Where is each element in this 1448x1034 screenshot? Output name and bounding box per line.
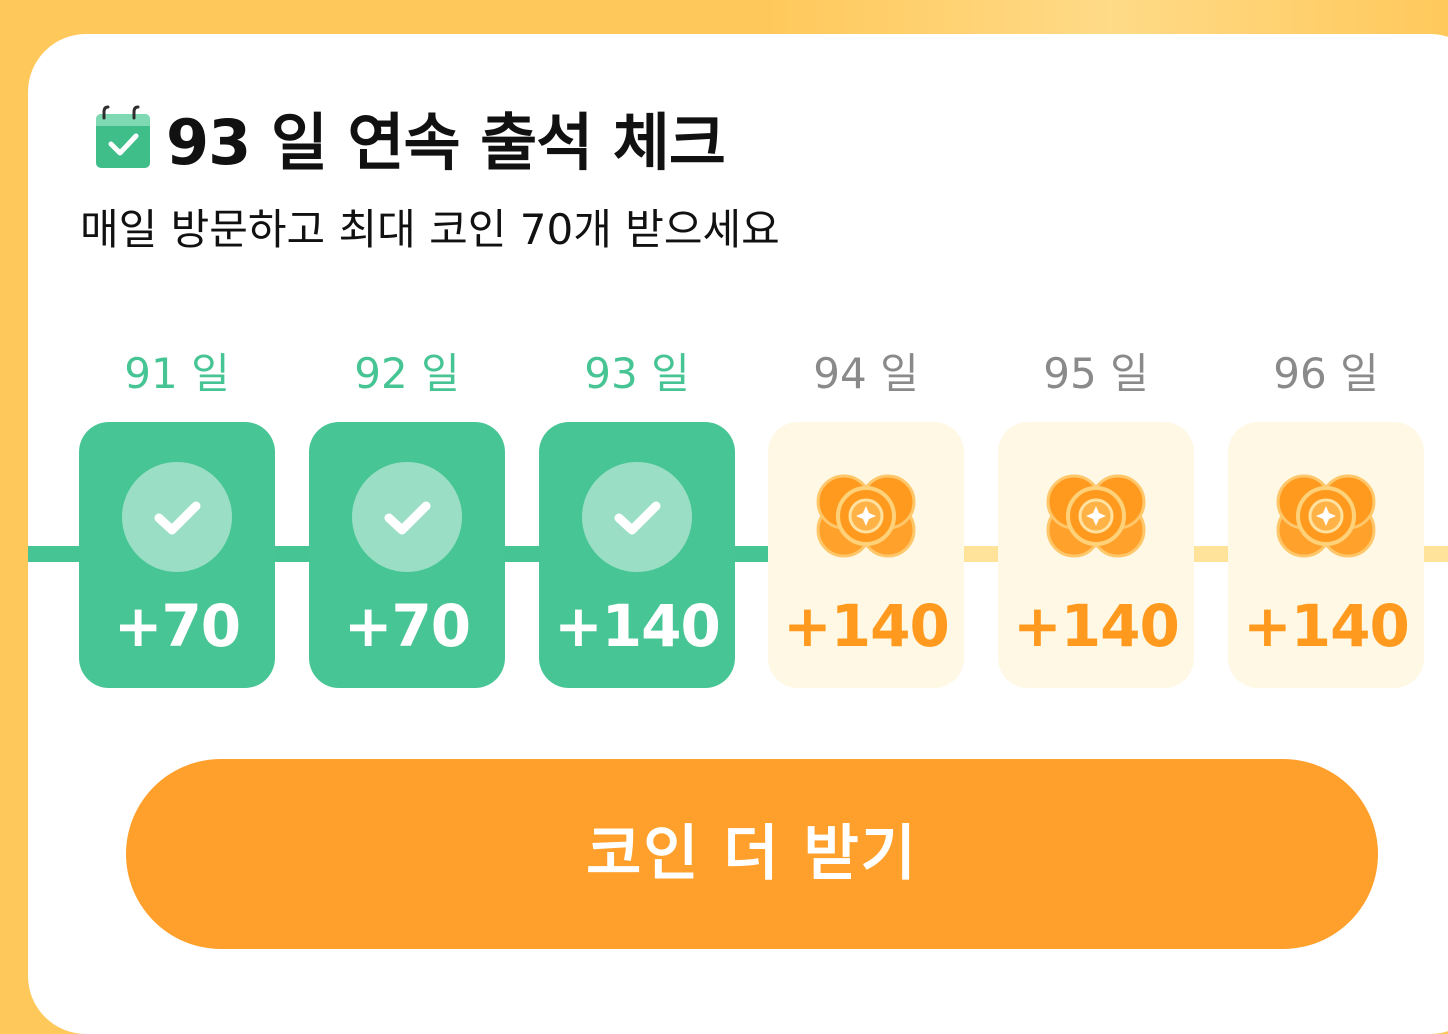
reward-tile-upcoming: +140: [1228, 422, 1424, 688]
check-icon: [582, 462, 692, 572]
day-label: 96 일: [1273, 349, 1379, 398]
reward-tile-upcoming: +140: [998, 422, 1194, 688]
day-label: 94 일: [813, 349, 919, 398]
streak-day-95: 95 일 +140: [998, 342, 1194, 688]
reward-amount: +70: [343, 592, 471, 660]
page-title: 93 일 연속 출석 체크: [166, 106, 726, 179]
reward-amount: +70: [113, 592, 241, 660]
reward-amount: +140: [783, 592, 950, 660]
day-label: 92 일: [354, 349, 460, 398]
check-icon: [122, 462, 232, 572]
coin-stack-icon: [816, 472, 916, 562]
reward-tile-checked: +70: [309, 422, 505, 688]
streak-day-94: 94 일 +140: [768, 342, 964, 688]
calendar-check-icon: [94, 104, 152, 170]
reward-amount: +140: [1243, 592, 1410, 660]
coin-stack-icon: [1046, 472, 1146, 562]
reward-amount: +140: [1013, 592, 1180, 660]
coin-stack-icon: [1276, 472, 1376, 562]
check-icon: [352, 462, 462, 572]
page-subtitle: 매일 방문하고 최대 코인 70개 받으세요: [80, 205, 780, 254]
streak-day-96: 96 일 +140: [1228, 342, 1424, 688]
get-more-coins-button[interactable]: 코인 더 받기: [126, 759, 1378, 949]
reward-amount: +140: [554, 592, 721, 660]
reward-tile-checked: +70: [79, 422, 275, 688]
reward-tile-checked: +140: [539, 422, 735, 688]
day-label: 91 일: [124, 349, 230, 398]
streak-day-91: 91 일 +70: [79, 342, 275, 688]
streak-day-93: 93 일 +140: [539, 342, 735, 688]
reward-tile-upcoming: +140: [768, 422, 964, 688]
streak-day-92: 92 일 +70: [309, 342, 505, 688]
title-row: 93 일 연속 출석 체크: [94, 92, 726, 182]
day-label: 93 일: [584, 349, 690, 398]
day-label: 95 일: [1043, 349, 1149, 398]
